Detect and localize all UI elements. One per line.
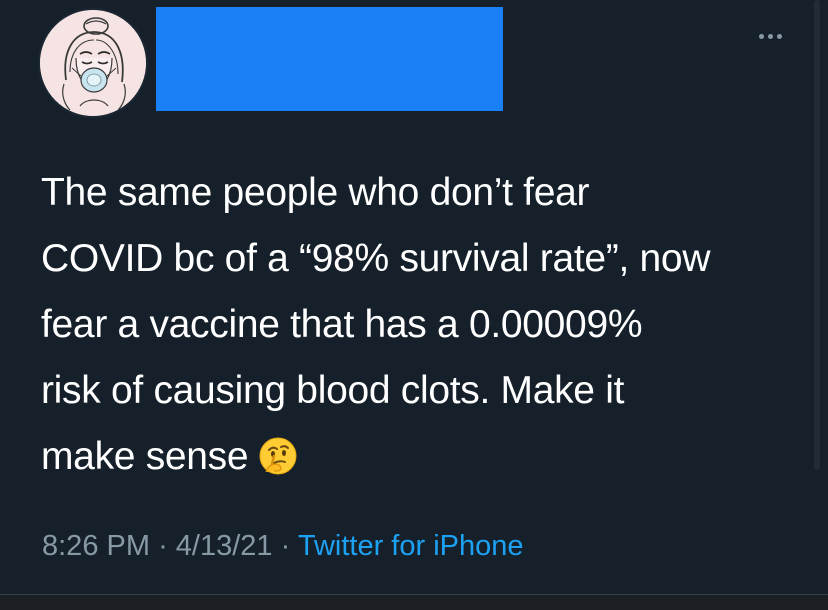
- tweet-text-line: fear a vaccine that has a 0.00009%: [41, 303, 643, 346]
- avatar[interactable]: [38, 8, 148, 118]
- tweet-text-line: make sense: [41, 435, 249, 478]
- tweet-text-line: risk of causing blood clots. Make it: [41, 369, 625, 412]
- tweet-text-line-last: make sense: [41, 424, 801, 490]
- tweet-source-link[interactable]: Twitter for iPhone: [298, 530, 524, 562]
- tweet-detail: The same people who don’t fear COVID bc …: [0, 0, 828, 610]
- dot: [758, 33, 764, 39]
- sketch-girl-face-mask-avatar-icon: [40, 10, 146, 116]
- redacted-username: [156, 7, 503, 111]
- bottom-strip: [0, 595, 828, 610]
- tweet-text-line: COVID bc of a “98% survival rate”, now: [41, 237, 711, 280]
- separator: ·: [280, 530, 291, 562]
- separator: ·: [158, 530, 168, 562]
- more-horizontal-icon[interactable]: [750, 28, 790, 44]
- thinking-face-emoji-icon: [259, 437, 297, 475]
- dot: [776, 33, 782, 39]
- tweet-time[interactable]: 8:26 PM: [42, 530, 150, 562]
- tweet-date[interactable]: 4/13/21: [176, 530, 273, 562]
- tweet-text: The same people who don’t fear COVID bc …: [41, 160, 801, 490]
- scrollbar[interactable]: [814, 0, 820, 470]
- tweet-text-line: The same people who don’t fear: [41, 171, 590, 214]
- dot: [767, 33, 773, 39]
- tweet-meta: 8:26 PM · 4/13/21 · Twitter for iPhone: [42, 528, 524, 564]
